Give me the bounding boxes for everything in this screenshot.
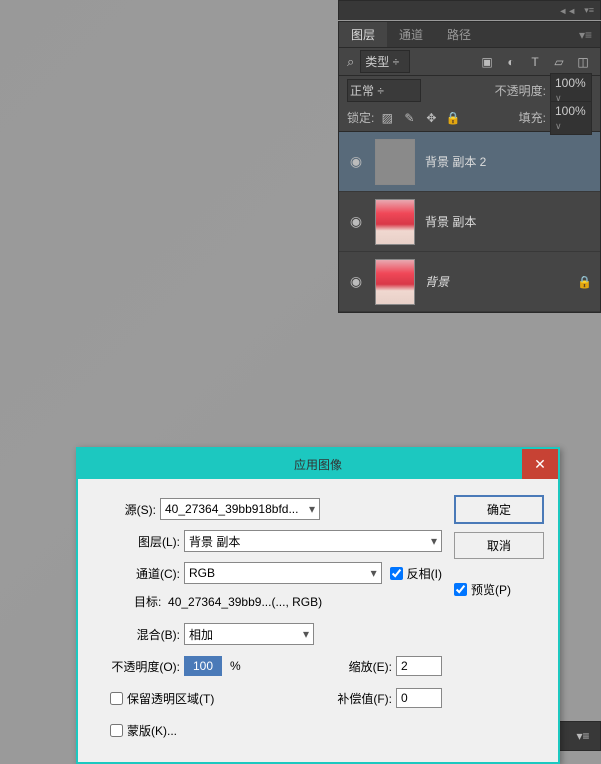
blend-select[interactable]: 相加: [184, 623, 314, 645]
visibility-icon[interactable]: ◉: [347, 213, 365, 230]
invert-checkbox[interactable]: 反相(I): [390, 565, 442, 582]
lock-icon: 🔒: [577, 275, 592, 289]
layer-select[interactable]: 背景 副本: [184, 530, 442, 552]
opacity-label: 不透明度:: [495, 82, 546, 99]
target-text: 目标: 40_27364_39bb9...(..., RGB): [134, 593, 442, 610]
scale-label: 缩放(E):: [300, 658, 396, 675]
preview-checkbox[interactable]: 预览(P): [454, 581, 544, 598]
close-button[interactable]: ✕: [522, 449, 558, 479]
mask-checkbox[interactable]: 蒙版(K)...: [110, 722, 177, 739]
panel-menu-icon[interactable]: ▾≡: [571, 28, 600, 42]
layer-thumbnail[interactable]: [375, 139, 415, 185]
layers-list: ◉ 背景 副本 2 ◉ 背景 副本 ◉ 背景 🔒: [339, 132, 600, 312]
blend-label: 混合(B):: [92, 626, 184, 643]
visibility-icon[interactable]: ◉: [347, 153, 365, 170]
search-icon: ⌕: [347, 54, 354, 70]
chevron-left-icon[interactable]: ◄◄: [558, 6, 576, 16]
layer-label: 图层(L):: [92, 533, 184, 550]
layer-name[interactable]: 背景: [425, 273, 567, 290]
offset-label: 补偿值(F):: [300, 690, 396, 707]
layers-panel: 图层 通道 路径 ▾≡ ⌕ 类型 ÷ ▣ ◐ T ▱ ◫ 正常 ÷ 不透明度: …: [338, 21, 601, 313]
fill-value[interactable]: 100% ∨: [550, 101, 592, 135]
dlg-opacity-input[interactable]: [184, 656, 222, 676]
ok-button[interactable]: 确定: [454, 495, 544, 524]
footer-menu-icon[interactable]: ▾≡: [574, 727, 592, 745]
dialog-titlebar[interactable]: 应用图像 ✕: [78, 449, 558, 479]
dialog-body: 源(S): 40_27364_39bb918bfd... 图层(L): 背景 副…: [78, 479, 558, 762]
percent-label: %: [230, 659, 241, 673]
filter-adjustment-icon[interactable]: ◐: [502, 53, 520, 71]
source-label: 源(S):: [92, 501, 160, 518]
cancel-button[interactable]: 取消: [454, 532, 544, 559]
layer-name[interactable]: 背景 副本: [425, 213, 592, 230]
source-select[interactable]: 40_27364_39bb918bfd...: [160, 498, 320, 520]
filter-type-select[interactable]: 类型 ÷: [360, 50, 410, 73]
layer-name[interactable]: 背景 副本 2: [425, 153, 592, 170]
layer-row[interactable]: ◉ 背景 副本 2: [339, 132, 600, 192]
dlg-opacity-label: 不透明度(O):: [92, 658, 184, 675]
tab-paths[interactable]: 路径: [435, 22, 483, 47]
blend-mode-select[interactable]: 正常 ÷: [347, 79, 421, 102]
fill-label: 填充:: [519, 109, 546, 126]
layer-thumbnail[interactable]: [375, 199, 415, 245]
apply-image-dialog: 应用图像 ✕ 源(S): 40_27364_39bb918bfd... 图层(L…: [76, 447, 560, 764]
filter-type-icon[interactable]: T: [526, 53, 544, 71]
filter-smart-icon[interactable]: ◫: [574, 53, 592, 71]
lock-move-icon[interactable]: ✥: [422, 109, 440, 127]
panel-menu-icon[interactable]: ▾≡: [584, 5, 594, 16]
channel-label: 通道(C):: [92, 565, 184, 582]
channel-select[interactable]: RGB: [184, 562, 382, 584]
lock-transparent-icon[interactable]: ▨: [378, 109, 396, 127]
layer-row[interactable]: ◉ 背景 🔒: [339, 252, 600, 312]
dialog-title: 应用图像: [294, 456, 342, 473]
tab-layers[interactable]: 图层: [339, 22, 387, 47]
lock-brush-icon[interactable]: ✎: [400, 109, 418, 127]
tab-channels[interactable]: 通道: [387, 22, 435, 47]
panel-docking-header: ◄◄ ▾≡: [338, 0, 601, 20]
scale-input[interactable]: [396, 656, 442, 676]
visibility-icon[interactable]: ◉: [347, 273, 365, 290]
filter-shape-icon[interactable]: ▱: [550, 53, 568, 71]
offset-input[interactable]: [396, 688, 442, 708]
layer-thumbnail[interactable]: [375, 259, 415, 305]
preserve-checkbox[interactable]: 保留透明区域(T): [110, 690, 214, 707]
lock-label: 锁定:: [347, 109, 374, 126]
layer-row[interactable]: ◉ 背景 副本: [339, 192, 600, 252]
filter-row: ⌕ 类型 ÷ ▣ ◐ T ▱ ◫: [339, 48, 600, 76]
lock-row: 锁定: ▨ ✎ ✥ 🔒 填充: 100% ∨: [339, 104, 600, 132]
lock-all-icon[interactable]: 🔒: [444, 109, 462, 127]
filter-pixel-icon[interactable]: ▣: [478, 53, 496, 71]
panel-tabs: 图层 通道 路径 ▾≡: [339, 22, 600, 48]
